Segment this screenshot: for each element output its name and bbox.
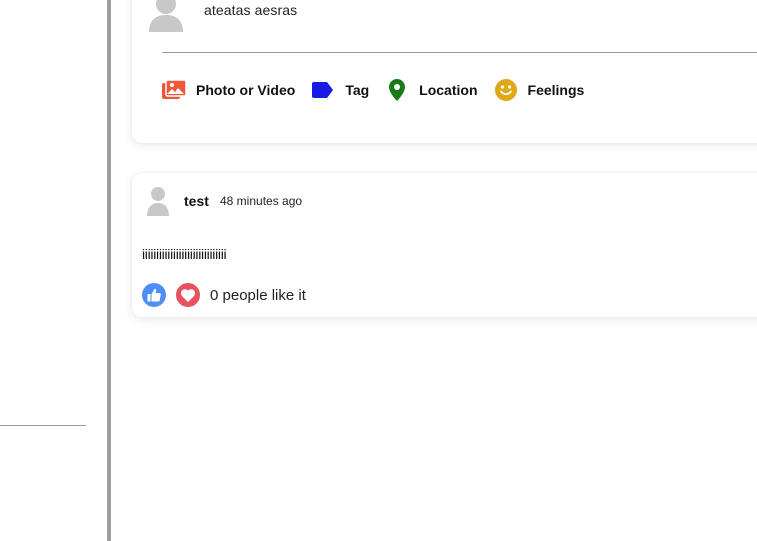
thumbs-up-icon — [147, 288, 161, 302]
heart-icon — [181, 288, 195, 302]
page: ateatas aesras Photo or Video Tag Locati… — [0, 0, 757, 541]
location-pin-icon — [385, 78, 409, 102]
composer-user-name: ateatas aesras — [204, 2, 298, 18]
location-button[interactable]: Location — [385, 78, 478, 102]
user-silhouette-icon — [149, 0, 183, 32]
love-button[interactable] — [176, 283, 200, 307]
sidebar-divider — [0, 425, 86, 426]
tag-icon — [311, 78, 335, 102]
reactions-bar: 0 people like it — [142, 283, 306, 307]
post-timestamp: 48 minutes ago — [220, 194, 303, 208]
composer-actions: Photo or Video Tag Location Feelings — [162, 78, 600, 102]
user-silhouette-icon — [147, 187, 169, 216]
likes-count: 0 people like it — [210, 286, 306, 304]
composer-divider — [162, 52, 757, 53]
feelings-label: Feelings — [527, 82, 585, 98]
avatar[interactable] — [146, 186, 170, 216]
like-button[interactable] — [142, 283, 166, 307]
smiley-icon — [494, 78, 518, 102]
sidebar-border — [107, 0, 111, 541]
post-composer: ateatas aesras Photo or Video Tag Locati… — [132, 0, 757, 143]
post-body: iiiiiiiiiiiiiiiiiiiiiiiiiiiiii — [142, 246, 227, 262]
photo-or-video-label: Photo or Video — [196, 82, 296, 98]
location-label: Location — [419, 82, 478, 98]
post-author[interactable]: test — [184, 193, 209, 209]
avatar[interactable] — [148, 0, 184, 32]
post-card: test 48 minutes ago iiiiiiiiiiiiiiiiiiii… — [132, 173, 757, 317]
feelings-button[interactable]: Feelings — [494, 78, 585, 102]
photo-video-icon — [162, 78, 186, 102]
tag-label: Tag — [345, 82, 370, 98]
tag-button[interactable]: Tag — [311, 78, 369, 102]
photo-or-video-button[interactable]: Photo or Video — [162, 78, 295, 102]
